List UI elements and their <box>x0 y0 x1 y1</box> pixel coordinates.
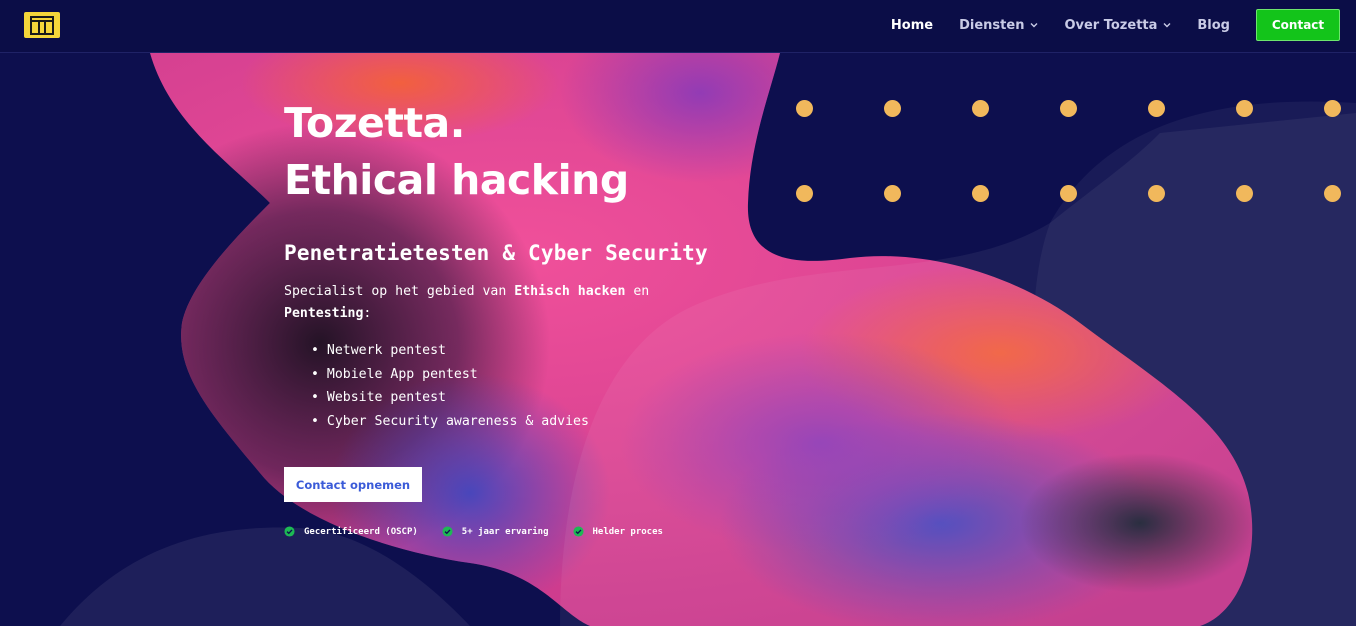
nav-diensten[interactable]: Diensten <box>959 18 1038 33</box>
service-item: Mobiele App pentest <box>311 363 804 387</box>
badge-process: Helder proces <box>572 526 663 537</box>
nav-over-tozetta-label: Over Tozetta <box>1064 17 1158 33</box>
logo-icon[interactable] <box>24 12 60 38</box>
hero-title: Tozetta. Ethical hacking <box>284 95 804 209</box>
trust-badges: Gecertificeerd (OSCP) 5+ jaar ervaring H… <box>284 526 804 537</box>
desc-suffix: : <box>363 306 372 321</box>
services-list: Netwerk pentest Mobiele App pentest Webs… <box>311 339 804 433</box>
badge-label: 5+ jaar ervaring <box>461 526 549 537</box>
dot <box>1324 185 1341 202</box>
badge-label: Helder proces <box>592 526 663 537</box>
dot <box>884 185 901 202</box>
chevron-down-icon <box>1163 23 1171 28</box>
badge-label: Gecertificeerd (OSCP) <box>304 526 418 537</box>
hero-description: Specialist op het gebied van Ethisch hac… <box>284 281 684 325</box>
dot <box>972 185 989 202</box>
badge-experience: 5+ jaar ervaring <box>442 526 549 537</box>
hero-title-line2: Ethical hacking <box>284 156 629 204</box>
main-nav: Home Diensten Over Tozetta Blog Contact <box>891 9 1340 41</box>
desc-bold-ethisch: Ethisch hacken <box>514 284 626 299</box>
service-item: Netwerk pentest <box>311 339 804 363</box>
dot <box>1236 100 1253 117</box>
nav-blog[interactable]: Blog <box>1197 18 1230 33</box>
dot <box>972 100 989 117</box>
dot <box>1060 100 1077 117</box>
dot <box>1060 185 1077 202</box>
nav-home[interactable]: Home <box>891 18 933 33</box>
contact-button[interactable]: Contact <box>1256 9 1340 41</box>
desc-prefix: Specialist op het gebied van <box>284 284 515 299</box>
dot <box>1148 185 1165 202</box>
nav-diensten-label: Diensten <box>959 17 1025 33</box>
badge-certified: Gecertificeerd (OSCP) <box>284 526 418 537</box>
site-header: Home Diensten Over Tozetta Blog Contact <box>0 0 1356 53</box>
service-item: Cyber Security awareness & advies <box>311 410 804 434</box>
check-circle-icon <box>284 526 295 537</box>
nav-blog-label: Blog <box>1197 17 1230 33</box>
hero-title-line1: Tozetta. <box>284 99 465 147</box>
dot <box>1148 100 1165 117</box>
nav-home-label: Home <box>890 17 934 33</box>
dot <box>1236 185 1253 202</box>
check-circle-icon <box>442 526 453 537</box>
desc-mid: en <box>625 284 650 299</box>
hero-content: Tozetta. Ethical hacking Penetratieteste… <box>284 95 804 537</box>
hero-subtitle: Penetratietesten & Cyber Security <box>284 241 708 265</box>
chevron-down-icon <box>1030 23 1038 28</box>
dot <box>1324 100 1341 117</box>
desc-bold-pentesting: Pentesting <box>284 306 364 321</box>
service-item: Website pentest <box>311 386 804 410</box>
dot <box>884 100 901 117</box>
check-circle-icon <box>572 526 584 537</box>
nav-over-tozetta[interactable]: Over Tozetta <box>1064 18 1171 33</box>
contact-opnemen-button[interactable]: Contact opnemen <box>284 467 422 502</box>
